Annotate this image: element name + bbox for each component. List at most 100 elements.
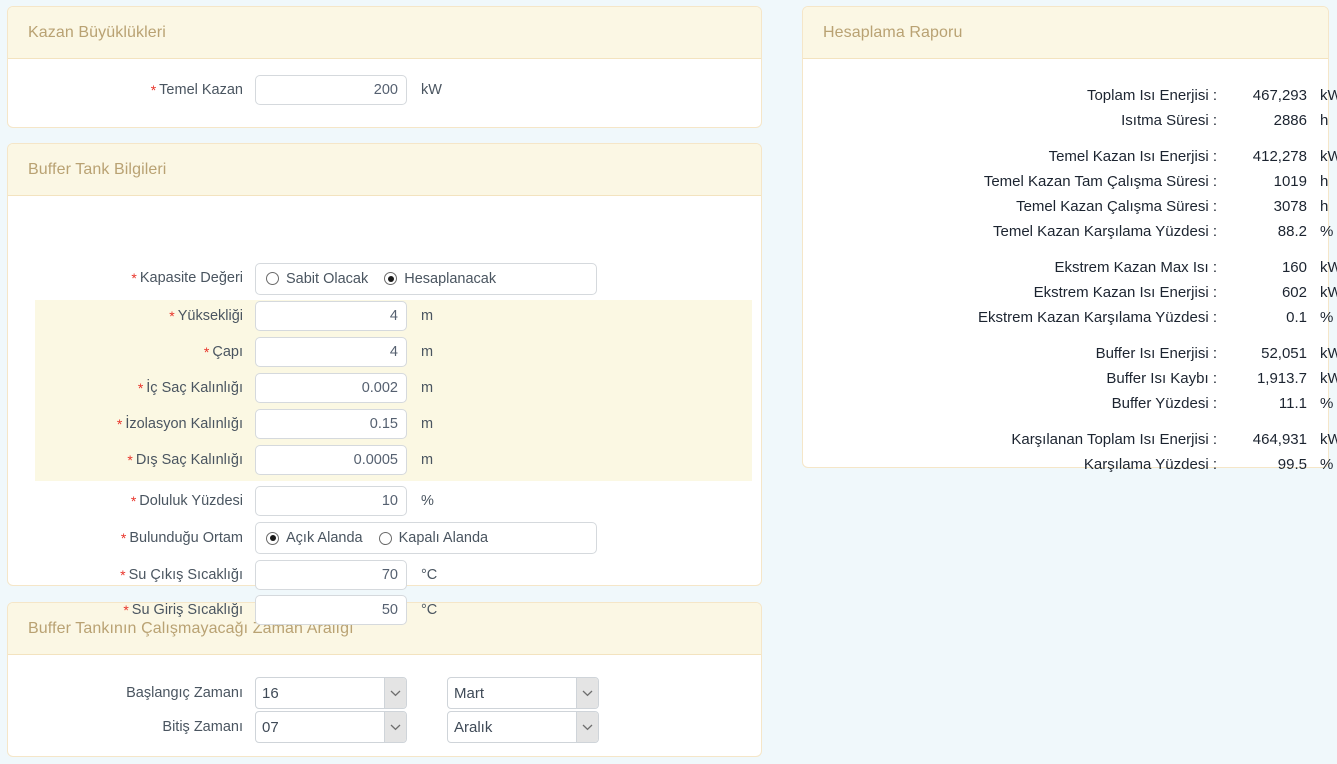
radio-icon-acik-alanda[interactable] [266,531,279,545]
report-group-karsilanan: Karşılanan Toplam Isı Enerjisi : 464,931… [803,427,1337,477]
input-ic-sac-kalinligi[interactable] [255,373,407,403]
label-text-capi: Çapı [212,343,243,360]
report-row: Karşılanan Toplam Isı Enerjisi : 464,931… [803,427,1337,452]
report-value: 1019 [1273,173,1307,190]
report-row: Karşılama Yüzdesi : 99.5 % [803,452,1333,477]
field-wrap-bitis-zamani: 07 Aralık [255,711,599,743]
report-value: 160 [1281,259,1307,276]
radio-option-kapali-alanda[interactable]: Kapalı Alanda [378,530,489,546]
report-value: 3078 [1273,198,1307,215]
report-value: 88.2 [1277,223,1307,240]
label-yuksekligi: * Yüksekliği [8,309,255,324]
app-page: Kazan Büyüklükleri *Temel Kazan kW Buffe… [0,0,1337,764]
report-row: Ekstrem Kazan Isı Enerjisi : 602 kWh [803,280,1337,305]
radio-icon-sabit-olacak[interactable] [266,272,279,285]
radio-option-sabit-olacak[interactable]: Sabit Olacak [266,271,368,287]
select-bitis-ay[interactable]: Aralık [447,711,599,743]
select-wrap-bitis-ay: Aralık [447,711,599,743]
report-unit: % [1320,395,1334,412]
report-unit: h [1320,173,1329,190]
field-wrap-capi: m [255,337,433,367]
field-row-bitis-zamani: Bitiş Zamanı 07 Aralık [8,710,761,744]
input-capi[interactable] [255,337,407,367]
report-label: Buffer Isı Kaybı : [1106,370,1217,387]
radio-icon-hesaplanacak[interactable] [384,272,398,285]
report-unit: h [1320,112,1329,129]
radio-option-hesaplanacak[interactable]: Hesaplanacak [384,271,496,287]
label-bulundugu-ortam: * Bulunduğu Ortam [8,531,255,546]
report-value: 1,913.7 [1256,370,1307,387]
field-row-izolasyon-kalinligi: *İzolasyon Kalınlığı m [8,408,761,440]
report-row: Isıtma Süresi : 2886 h [803,108,1328,133]
input-temel-kazan[interactable] [255,75,407,105]
select-baslangic-ay[interactable]: Mart [447,677,599,709]
radio-label-kapali-alanda: Kapalı Alanda [398,530,489,546]
label-su-cikis-sicakligi: * Su Çıkış Sıcaklığı [8,568,255,583]
report-value: 0.1 [1286,309,1307,326]
field-wrap-doluluk-yuzdesi: % [255,486,434,516]
report-value: 2886 [1273,112,1307,129]
unit-doluluk-yuzdesi: % [421,493,434,509]
report-label: Buffer Isı Enerjisi : [1095,345,1217,362]
report-group-temel-kazan: Temel Kazan Isı Enerjisi : 412,278 kWh T… [803,144,1337,244]
radio-label-sabit-olacak: Sabit Olacak [286,270,369,287]
card-calculation-report: Hesaplama Raporu Toplam Isı Enerjisi : 4… [802,6,1337,473]
report-label: Buffer Yüzdesi : [1111,395,1217,412]
label-text-kapasite-degeri: Kapasite Değeri [139,270,243,287]
report-value: 52,051 [1261,345,1307,362]
field-row-capi: *Çapı m [8,336,761,368]
card-header-buffer-tank: Buffer Tank Bilgileri [8,144,761,196]
label-text-yuksekligi: Yüksekliği [177,307,243,324]
report-row: Ekstrem Kazan Karşılama Yüzdesi : 0.1 % [803,305,1333,330]
label-capi: * Çapı [8,345,255,360]
input-dis-sac-kalinligi[interactable] [255,445,407,475]
report-unit: kWh [1320,87,1337,104]
report-value: 464,931 [1252,431,1307,448]
unit-ic-sac-kalinligi: m [421,380,434,396]
radio-group-bulundugu-ortam[interactable]: Açık Alanda Kapalı Alanda [255,522,597,554]
label-text-izolasyon-kalinligi: İzolasyon Kalınlığı [125,415,243,432]
report-value: 412,278 [1252,148,1307,165]
input-izolasyon-kalinligi[interactable] [255,409,407,439]
input-su-giris-sicakligi[interactable] [255,595,407,625]
report-label: Karşılanan Toplam Isı Enerjisi : [1011,431,1217,448]
radio-icon-kapali-alanda[interactable] [378,531,392,545]
unit-yuksekligi: m [421,308,434,324]
label-ic-sac-kalinligi: * İç Saç Kalınlığı [8,381,255,396]
radio-group-kapasite-degeri[interactable]: Sabit Olacak Hesaplanacak [255,262,597,295]
field-wrap-su-giris-sicakligi: °C [255,595,437,625]
field-row-su-cikis-sicakligi: *Su Çıkış Sıcaklığı °C [8,559,761,591]
required-asterisk: * [120,566,126,583]
unit-su-cikis-sicakligi: °C [421,567,438,583]
report-unit: kWh [1320,259,1337,276]
select-wrap-baslangic-gun: 16 [255,677,407,709]
label-text-temel-kazan: Temel Kazan [159,81,243,98]
report-group-buffer: Buffer Isı Enerjisi : 52,051 kWh Buffer … [803,341,1337,416]
unit-izolasyon-kalinligi: m [421,416,434,432]
select-bitis-gun[interactable]: 07 [255,711,407,743]
input-yuksekligi[interactable] [255,301,407,331]
report-label: Temel Kazan Karşılama Yüzdesi : [993,223,1217,240]
field-wrap-dis-sac-kalinligi: m [255,445,433,475]
field-row-dis-sac-kalinligi: *Dış Saç Kalınlığı m [8,444,761,476]
field-wrap-baslangic-zamani: 16 Mart [255,677,599,709]
field-row-bulundugu-ortam: * Bulunduğu Ortam Açık Alanda Kapalı Alan… [8,522,761,554]
report-label: Temel Kazan Tam Çalışma Süresi : [983,173,1217,190]
select-wrap-bitis-gun: 07 [255,711,407,743]
report-unit: kWh [1320,431,1337,448]
required-asterisk: * [127,451,133,468]
input-doluluk-yuzdesi[interactable] [255,486,407,516]
radio-option-acik-alanda[interactable]: Açık Alanda [266,530,363,546]
input-su-cikis-sicakligi[interactable] [255,560,407,590]
report-label: Isıtma Süresi : [1121,112,1217,129]
report-row: Temel Kazan Isı Enerjisi : 412,278 kWh [803,144,1337,169]
label-su-giris-sicakligi: * Su Giriş Sıcaklığı [8,603,255,618]
field-row-baslangic-zamani: Başlangıç Zamanı 16 Mart [8,676,761,710]
report-label: Toplam Isı Enerjisi : [1086,87,1217,104]
field-row-ic-sac-kalinligi: *İç Saç Kalınlığı m [8,372,761,404]
select-baslangic-gun[interactable]: 16 [255,677,407,709]
field-row-kapasite-degeri: * Kapasite Değeri Sabit Olacak Hesaplanac… [8,257,761,300]
field-wrap-yuksekligi: m [255,301,433,331]
label-izolasyon-kalinligi: * İzolasyon Kalınlığı [8,417,255,432]
report-row: Buffer Isı Kaybı : 1,913.7 kWh [803,366,1337,391]
